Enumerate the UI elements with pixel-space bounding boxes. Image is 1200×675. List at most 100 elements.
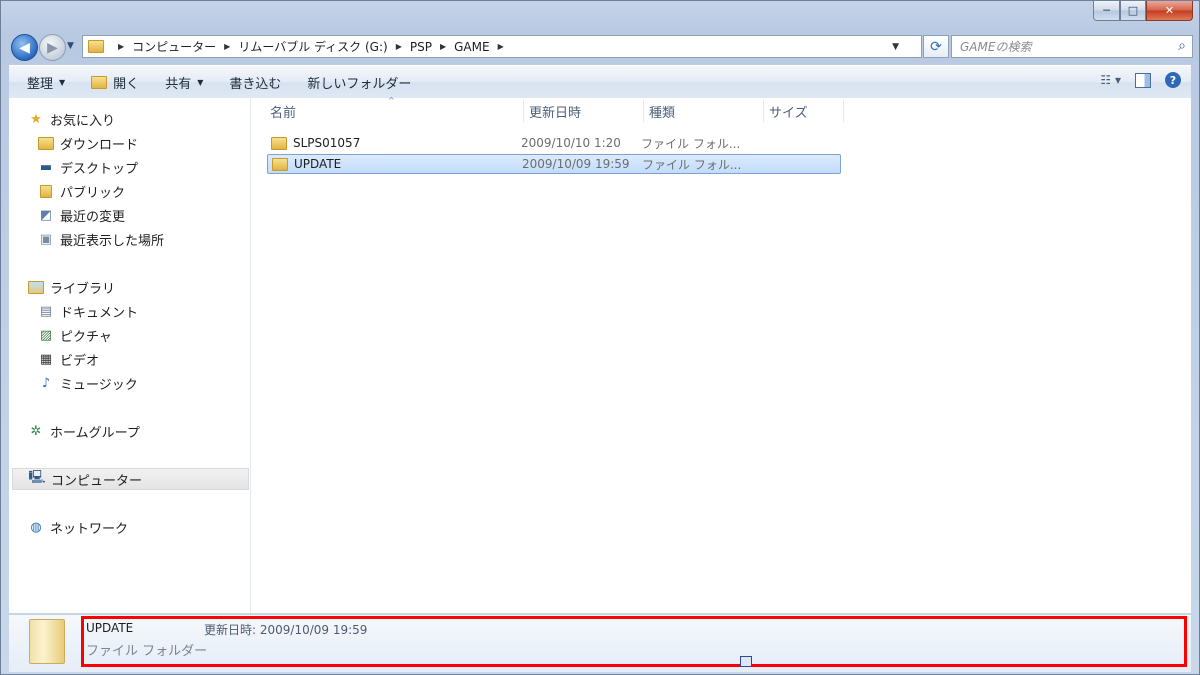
view-controls: ☷ ▾ ? <box>1100 72 1181 88</box>
chevron-right-icon[interactable]: ▶ <box>224 42 230 51</box>
sidebar-item-desktop[interactable]: ▬ デスクトップ <box>38 156 138 178</box>
sidebar-item-label: ピクチャ <box>60 329 112 345</box>
forward-button[interactable]: ▶ <box>39 34 66 61</box>
column-header-date[interactable]: 更新日時 <box>524 100 644 122</box>
sidebar-item-pictures[interactable]: ▨ ピクチャ <box>38 324 112 346</box>
share-label: 共有 <box>165 76 192 92</box>
column-headers: 名前 更新日時 種類 サイズ <box>265 100 844 122</box>
file-type: ファイル フォル... <box>642 157 742 172</box>
search-icon[interactable]: ⌕ <box>1178 38 1186 54</box>
chevron-right-icon[interactable]: ▶ <box>118 42 124 51</box>
preview-pane-icon[interactable] <box>1135 72 1151 88</box>
chevron-right-icon[interactable]: ▶ <box>396 42 402 51</box>
sidebar-item-label: デスクトップ <box>60 161 139 177</box>
back-button[interactable]: ◀ <box>11 34 38 61</box>
sidebar-item-label: お気に入り <box>50 113 116 129</box>
sidebar-homegroup[interactable]: ✲ ホームグループ <box>28 420 140 442</box>
file-type: ファイル フォル... <box>641 136 741 151</box>
library-icon <box>28 280 44 294</box>
chevron-down-icon: ▼ <box>197 77 204 87</box>
help-icon[interactable]: ? <box>1165 72 1181 88</box>
folder-icon <box>88 40 104 53</box>
organize-label: 整理 <box>27 76 54 92</box>
breadcrumb-game[interactable]: GAME <box>454 40 489 54</box>
network-icon: ◍ <box>30 519 42 535</box>
command-bar: 整理 ▼ 開く 共有 ▼ 書き込む 新しいフォルダー ☷ ▾ ? <box>9 65 1191 99</box>
sidebar-item-label: 最近の変更 <box>60 209 126 225</box>
new-folder-button[interactable]: 新しいフォルダー <box>307 73 411 92</box>
sidebar-item-label: ネットワーク <box>50 521 129 537</box>
table-row[interactable]: SLPS01057 2009/10/10 1:20 ファイル フォル... <box>267 133 841 153</box>
refresh-button[interactable]: ⟳ <box>923 35 949 58</box>
table-row-selected[interactable]: UPDATE 2009/10/09 19:59 ファイル フォル... <box>267 154 841 174</box>
star-icon: ★ <box>30 111 42 127</box>
video-icon: ▦ <box>39 351 53 367</box>
open-label: 開く <box>113 76 140 92</box>
share-button[interactable]: 共有 ▼ <box>165 73 203 92</box>
breadcrumb-computer[interactable]: コンピューター <box>132 38 216 55</box>
burn-button[interactable]: 書き込む <box>229 73 281 92</box>
burn-label: 書き込む <box>229 76 282 92</box>
large-folder-icon <box>29 619 65 664</box>
file-name: UPDATE <box>294 157 342 171</box>
pane-resize-handle[interactable] <box>740 656 752 667</box>
downloads-folder-icon <box>38 136 54 150</box>
breadcrumb-psp[interactable]: PSP <box>410 40 432 54</box>
sidebar-item-public[interactable]: パブリック <box>38 180 125 202</box>
file-date: 2009/10/09 19:59 <box>522 157 630 171</box>
chevron-right-icon[interactable]: ▶ <box>440 42 446 51</box>
sidebar-item-label: ドキュメント <box>60 305 139 321</box>
folder-icon <box>271 136 287 150</box>
recent-pages-dropdown-icon[interactable]: ▼ <box>67 41 74 51</box>
address-bar[interactable]: ▶ コンピューター ▶ リムーバブル ディスク (G:) ▶ PSP ▶ GAM… <box>82 35 922 58</box>
column-header-type[interactable]: 種類 <box>644 100 764 122</box>
picture-icon: ▨ <box>39 327 53 343</box>
view-options-icon[interactable]: ☷ ▾ <box>1100 73 1121 87</box>
navigation-pane: ★ お気に入り ダウンロード ▬ デスクトップ パブリック ◩ 最近の変更 ▣ <box>9 98 251 613</box>
search-input[interactable]: GAMEの検索 ⌕ <box>951 35 1193 58</box>
sidebar-item-videos[interactable]: ▦ ビデオ <box>38 348 99 370</box>
sidebar-item-label: ミュージック <box>60 377 138 393</box>
recent-places-icon: ▣ <box>39 231 53 247</box>
sidebar-item-music[interactable]: ♪ ミュージック <box>38 372 138 394</box>
highlight-box <box>81 616 1187 667</box>
breadcrumb-removable-disk[interactable]: リムーバブル ディスク (G:) <box>238 38 387 55</box>
main-area: ★ お気に入り ダウンロード ▬ デスクトップ パブリック ◩ 最近の変更 ▣ <box>9 96 1191 613</box>
sidebar-network[interactable]: ◍ ネットワーク <box>28 516 128 538</box>
open-button[interactable]: 開く <box>91 73 139 92</box>
search-placeholder: GAMEの検索 <box>960 40 1032 54</box>
music-icon: ♪ <box>41 375 51 391</box>
sidebar-favorites[interactable]: ★ お気に入り <box>28 108 115 130</box>
sidebar-item-label: パブリック <box>60 185 126 201</box>
desktop-icon: ▬ <box>39 159 53 175</box>
recent-changes-icon: ◩ <box>39 207 53 223</box>
maximize-button[interactable]: □ <box>1120 1 1146 21</box>
file-date: 2009/10/10 1:20 <box>521 136 621 150</box>
minimize-button[interactable]: ─ <box>1093 1 1120 21</box>
organize-button[interactable]: 整理 ▼ <box>27 73 65 92</box>
sidebar-item-documents[interactable]: ▤ ドキュメント <box>38 300 138 322</box>
file-name: SLPS01057 <box>293 136 361 150</box>
column-header-name[interactable]: 名前 <box>265 100 524 122</box>
sidebar-item-label: ビデオ <box>60 353 100 369</box>
chevron-right-icon[interactable]: ▶ <box>498 42 504 51</box>
address-dropdown-icon[interactable]: ▼ <box>892 42 899 52</box>
sidebar-libraries[interactable]: ライブラリ <box>28 276 115 298</box>
homegroup-icon: ✲ <box>30 423 42 439</box>
public-folder-icon <box>38 184 54 198</box>
sidebar-item-label: ライブラリ <box>50 281 116 297</box>
column-header-size[interactable]: サイズ <box>764 100 844 122</box>
sidebar-item-downloads[interactable]: ダウンロード <box>38 132 138 154</box>
chevron-down-icon: ▼ <box>59 77 66 87</box>
sidebar-computer[interactable]: 🖳 コンピューター <box>12 468 249 490</box>
explorer-window: ─ □ ✕ ◀ ▶ ▼ ▶ コンピューター ▶ リムーバブル ディスク (G:)… <box>0 0 1200 675</box>
sidebar-item-recent-changes[interactable]: ◩ 最近の変更 <box>38 204 125 226</box>
sidebar-item-label: ダウンロード <box>60 137 139 153</box>
sidebar-item-recent-places[interactable]: ▣ 最近表示した場所 <box>38 228 164 250</box>
close-button[interactable]: ✕ <box>1146 1 1193 21</box>
navigation-row: ◀ ▶ ▼ ▶ コンピューター ▶ リムーバブル ディスク (G:) ▶ PSP… <box>9 32 1193 62</box>
document-icon: ▤ <box>39 303 53 319</box>
sidebar-item-label: ホームグループ <box>50 425 140 441</box>
file-list: ^ 名前 更新日時 種類 サイズ SLPS01057 2009/10/10 1:… <box>251 96 1191 613</box>
file-name-cell: SLPS01057 <box>267 136 521 150</box>
